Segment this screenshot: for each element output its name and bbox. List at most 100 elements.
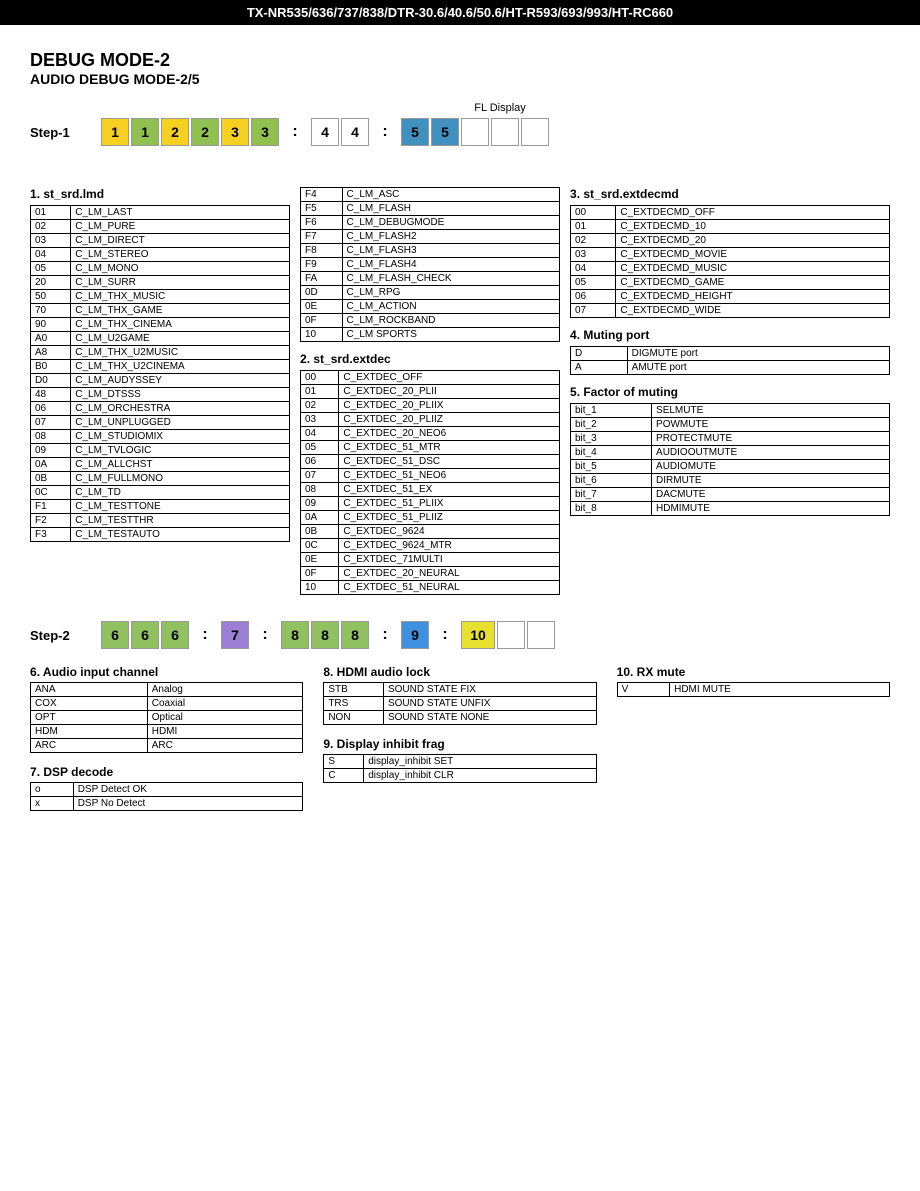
- table-row: F1C_LM_TESTTONE: [31, 500, 290, 514]
- table-cell: 07: [31, 416, 71, 430]
- table-row: 03C_EXTDEC_20_PLIIZ: [301, 413, 560, 427]
- table-cell: ARC: [147, 739, 303, 753]
- section1-title: 1. st_srd.lmd: [30, 187, 290, 201]
- table-cell: C_LM_FLASH_CHECK: [342, 272, 559, 286]
- table-row: 06C_EXTDECMD_HEIGHT: [571, 290, 890, 304]
- step2-digit-8b: 8: [311, 621, 339, 649]
- table-cell: STB: [324, 683, 384, 697]
- table-cell: C_LM_FLASH3: [342, 244, 559, 258]
- table-row: 0AC_LM_ALLCHST: [31, 458, 290, 472]
- table-row: 04C_EXTDEC_20_NEO6: [301, 427, 560, 441]
- section1b-table: F4C_LM_ASCF5C_LM_FLASHF6C_LM_DEBUGMODEF7…: [300, 187, 560, 342]
- table-cell: C_EXTDEC_20_NEO6: [339, 427, 560, 441]
- table-cell: 02: [301, 399, 339, 413]
- page-title-line2: AUDIO DEBUG MODE-2/5: [30, 71, 890, 87]
- table-cell: SOUND STATE NONE: [383, 711, 596, 725]
- table-cell: C_EXTDEC_20_NEURAL: [339, 567, 560, 581]
- section3-title: 3. st_srd.extdecmd: [570, 187, 890, 201]
- table-row: STBSOUND STATE FIX: [324, 683, 596, 697]
- digit-1b: 1: [131, 118, 159, 146]
- table-cell: C_EXTDEC_51_NEO6: [339, 469, 560, 483]
- table-row: 07C_EXTDEC_51_NEO6: [301, 469, 560, 483]
- digit-5a: 5: [401, 118, 429, 146]
- section9-subsection: 9. Display inhibit frag Sdisplay_inhibit…: [323, 737, 596, 783]
- table-cell: C_EXTDEC_51_DSC: [339, 455, 560, 469]
- table-cell: Coaxial: [147, 697, 303, 711]
- table-row: bit_2POWMUTE: [571, 418, 890, 432]
- table-row: bit_8HDMIMUTE: [571, 502, 890, 516]
- table-row: bit_6DIRMUTE: [571, 474, 890, 488]
- step2-col3: 10. RX mute VHDMI MUTE: [617, 665, 890, 823]
- step2-digit-10: 10: [461, 621, 495, 649]
- table-row: A8C_LM_THX_U2MUSIC: [31, 346, 290, 360]
- step2-digit-6b: 6: [131, 621, 159, 649]
- table-row: bit_3PROTECTMUTE: [571, 432, 890, 446]
- table-cell: HDM: [31, 725, 148, 739]
- table-cell: C_LM_DTSSS: [71, 388, 290, 402]
- step2-section: Step-2 6 6 6 : 7 : 8 8 8 : 9 : 10 6. Aud…: [0, 615, 920, 828]
- table-cell: 07: [301, 469, 339, 483]
- table-cell: 0F: [301, 314, 343, 328]
- table-row: 48C_LM_DTSSS: [31, 388, 290, 402]
- digit-2a: 2: [161, 118, 189, 146]
- table-cell: 01: [31, 206, 71, 220]
- table-row: OPTOptical: [31, 711, 303, 725]
- table-cell: C_LM_LAST: [71, 206, 290, 220]
- table-cell: 90: [31, 318, 71, 332]
- table-cell: HDMIMUTE: [652, 502, 890, 516]
- mid-column: F4C_LM_ASCF5C_LM_FLASHF6C_LM_DEBUGMODEF7…: [300, 187, 560, 605]
- table-cell: bit_2: [571, 418, 652, 432]
- table-row: A0C_LM_U2GAME: [31, 332, 290, 346]
- table-cell: Optical: [147, 711, 303, 725]
- table-cell: HDMI MUTE: [670, 683, 890, 697]
- table-cell: F6: [301, 216, 343, 230]
- table-cell: DSP No Detect: [73, 797, 303, 811]
- sep2: :: [371, 118, 399, 146]
- section6-title: 6. Audio input channel: [30, 665, 303, 679]
- section9-table: Sdisplay_inhibit SETCdisplay_inhibit CLR: [323, 754, 596, 783]
- table-cell: 0A: [31, 458, 71, 472]
- table-cell: D0: [31, 374, 71, 388]
- table-cell: C_LM SPORTS: [342, 328, 559, 342]
- table-row: oDSP Detect OK: [31, 783, 303, 797]
- table-row: 02C_LM_PURE: [31, 220, 290, 234]
- step2-digit-e1: [497, 621, 525, 649]
- table-cell: 0D: [301, 286, 343, 300]
- section2-title: 2. st_srd.extdec: [300, 352, 560, 366]
- table-cell: ARC: [31, 739, 148, 753]
- section5-title: 5. Factor of muting: [570, 385, 890, 399]
- table-row: bit_1SELMUTE: [571, 404, 890, 418]
- table-cell: bit_7: [571, 488, 652, 502]
- table-cell: C_LM_TD: [71, 486, 290, 500]
- table-row: 00C_EXTDEC_OFF: [301, 371, 560, 385]
- section3-table: 00C_EXTDECMD_OFF01C_EXTDECMD_1002C_EXTDE…: [570, 205, 890, 318]
- table-cell: DSP Detect OK: [73, 783, 303, 797]
- table-cell: C_LM_FULLMONO: [71, 472, 290, 486]
- table-cell: C_EXTDECMD_MUSIC: [616, 262, 890, 276]
- table-row: DDIGMUTE port: [571, 347, 890, 361]
- table-cell: 05: [31, 262, 71, 276]
- step2-digit-e2: [527, 621, 555, 649]
- table-cell: SELMUTE: [652, 404, 890, 418]
- table-row: 04C_LM_STEREO: [31, 248, 290, 262]
- table-cell: 70: [31, 304, 71, 318]
- table-row: 10C_EXTDEC_51_NEURAL: [301, 581, 560, 595]
- left-column: 1. st_srd.lmd 01C_LM_LAST02C_LM_PURE03C_…: [30, 187, 290, 605]
- table-row: 00C_EXTDECMD_OFF: [571, 206, 890, 220]
- step2-sep2: :: [251, 621, 279, 649]
- table-row: 05C_EXTDEC_51_MTR: [301, 441, 560, 455]
- section5-table: bit_1SELMUTEbit_2POWMUTEbit_3PROTECTMUTE…: [570, 403, 890, 516]
- table-cell: DACMUTE: [652, 488, 890, 502]
- section9-title: 9. Display inhibit frag: [323, 737, 596, 751]
- table-row: 70C_LM_THX_GAME: [31, 304, 290, 318]
- table-row: 0CC_EXTDEC_9624_MTR: [301, 539, 560, 553]
- step2-digit-8c: 8: [341, 621, 369, 649]
- digit-3b: 3: [251, 118, 279, 146]
- digit-e2: [491, 118, 519, 146]
- table-cell: C_LM_STEREO: [71, 248, 290, 262]
- table-cell: C_EXTDEC_20_PLIIX: [339, 399, 560, 413]
- table-cell: C_EXTDECMD_HEIGHT: [616, 290, 890, 304]
- step2-content: 6. Audio input channel ANAAnalogCOXCoaxi…: [30, 665, 890, 823]
- table-cell: A0: [31, 332, 71, 346]
- table-cell: 09: [301, 497, 339, 511]
